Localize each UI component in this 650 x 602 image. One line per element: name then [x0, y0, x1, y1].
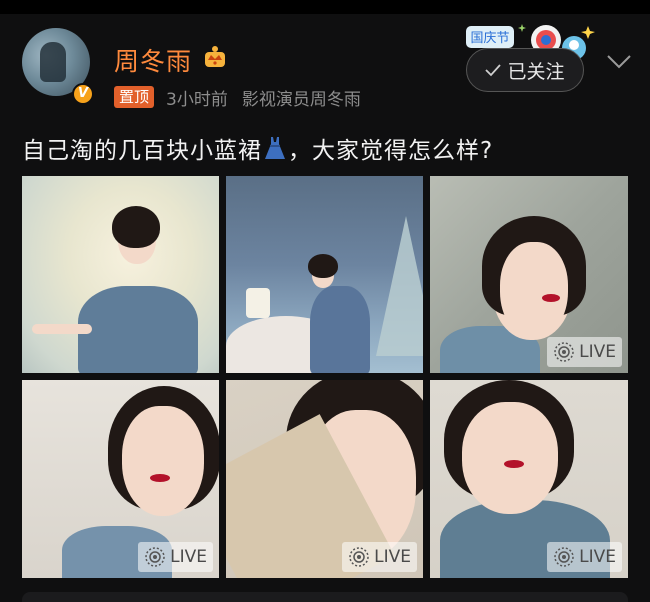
check-icon	[485, 63, 502, 77]
post-time: 3小时前	[166, 89, 228, 110]
post-meta: 置顶 3小时前 影视演员周冬雨	[114, 84, 361, 110]
username[interactable]: 周冬雨	[114, 42, 192, 78]
photo-tile-6[interactable]: LIVE	[430, 380, 628, 578]
live-badge: LIVE	[547, 542, 622, 572]
photo-tile-3[interactable]: LIVE	[430, 176, 628, 373]
photo-tile-2[interactable]	[226, 176, 423, 373]
photo-tile-5[interactable]: LIVE	[226, 380, 423, 578]
follow-label: 已关注	[507, 60, 565, 83]
live-photo-icon	[349, 547, 369, 567]
crown-icon	[205, 46, 225, 67]
post-source[interactable]: 影视演员周冬雨	[242, 85, 361, 110]
festival-badge-text: 国庆节	[470, 31, 509, 46]
live-badge: LIVE	[342, 542, 417, 572]
verified-icon: V	[72, 83, 94, 105]
follow-button[interactable]: 已关注	[466, 48, 584, 92]
live-badge: LIVE	[138, 542, 213, 572]
pinned-badge: 置顶	[114, 86, 155, 108]
live-photo-icon	[554, 547, 574, 567]
live-photo-icon	[554, 342, 574, 362]
live-label: LIVE	[579, 547, 616, 567]
live-label: LIVE	[579, 342, 616, 362]
chevron-down-icon[interactable]	[604, 50, 634, 74]
dress-emoji	[265, 137, 285, 159]
live-label: LIVE	[374, 547, 411, 567]
live-photo-icon	[145, 547, 165, 567]
post-text: 自己淘的几百块小蓝裙 ，大家觉得怎么样?	[22, 131, 493, 165]
live-label: LIVE	[170, 547, 207, 567]
post-text-part1: 自己淘的几百块小蓝裙	[22, 138, 262, 164]
post-text-part2: ，大家觉得怎么样?	[288, 138, 494, 164]
photo-grid: LIVE LIVE LIVE LIVE	[22, 176, 628, 578]
photo-tile-4[interactable]: LIVE	[22, 380, 219, 578]
live-badge: LIVE	[547, 337, 622, 367]
next-post-edge	[22, 592, 628, 602]
photo-tile-1[interactable]	[22, 176, 219, 373]
status-bar	[0, 0, 650, 14]
